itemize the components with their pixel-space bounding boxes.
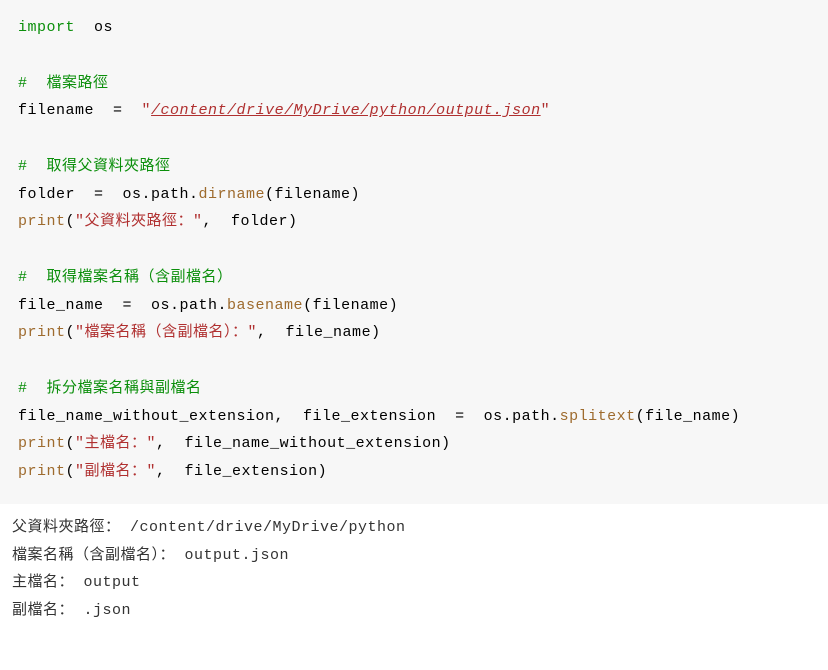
comment-splitext: # 拆分檔案名稱與副檔名 xyxy=(18,380,202,397)
output-line: 檔案名稱（含副檔名）： output.json xyxy=(12,547,289,564)
comment-filepath: # 檔案路徑 xyxy=(18,75,109,92)
code-line-folder: folder = os.path.dirname(filename) xyxy=(18,186,360,203)
code-line-print3: print("主檔名：", file_name_without_extensio… xyxy=(18,435,451,452)
code-line-print2: print("檔案名稱（含副檔名）：", file_name) xyxy=(18,324,381,341)
code-block: import os # 檔案路徑 filename = "/content/dr… xyxy=(0,0,828,504)
output-line: 父資料夾路徑： /content/drive/MyDrive/python xyxy=(12,519,406,536)
output-line: 主檔名： output xyxy=(12,574,141,591)
path-link[interactable]: /content/drive/MyDrive/python/output.jso… xyxy=(151,102,541,119)
code-line-filename: filename = "/content/drive/MyDrive/pytho… xyxy=(18,102,550,119)
code-line-filename2: file_name = os.path.basename(filename) xyxy=(18,297,398,314)
output-line: 副檔名： .json xyxy=(12,602,131,619)
keyword-import: import xyxy=(18,19,75,36)
code-line-print1: print("父資料夾路徑：", folder) xyxy=(18,213,298,230)
comment-filename: # 取得檔案名稱（含副檔名） xyxy=(18,269,233,286)
output-block: 父資料夾路徑： /content/drive/MyDrive/python 檔案… xyxy=(0,504,828,637)
comment-parentdir: # 取得父資料夾路徑 xyxy=(18,158,171,175)
code-line-split: file_name_without_extension, file_extens… xyxy=(18,408,740,425)
module-os: os xyxy=(94,19,113,36)
code-line-print4: print("副檔名：", file_extension) xyxy=(18,463,327,480)
